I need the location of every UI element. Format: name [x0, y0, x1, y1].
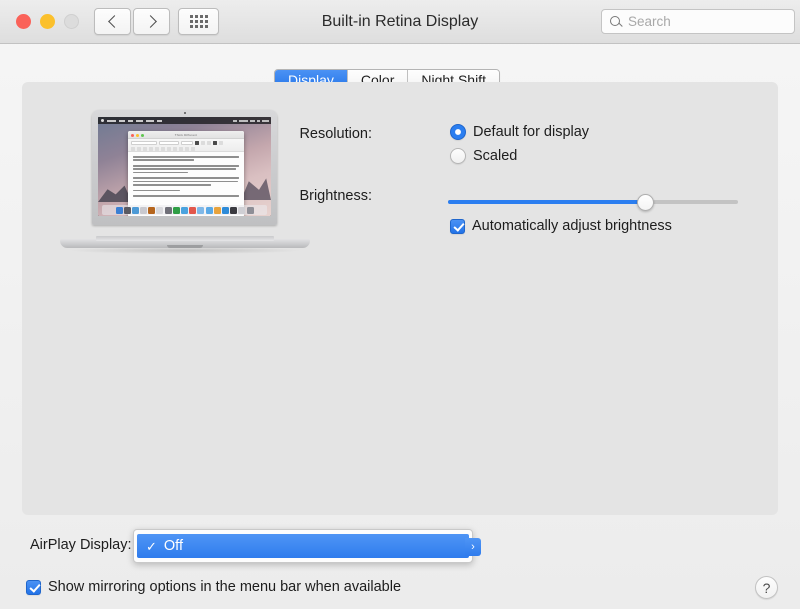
help-button[interactable]: ? [755, 576, 778, 599]
dock-icon [164, 207, 172, 214]
radio-scaled[interactable]: Scaled [450, 148, 517, 164]
dock-icon [123, 207, 131, 214]
checkbox-checked-icon [450, 218, 465, 234]
dock-icon [115, 207, 123, 214]
search-field[interactable] [601, 9, 795, 34]
brightness-slider[interactable] [448, 194, 738, 211]
dock-icon [205, 207, 213, 214]
radio-default-label: Default for display [473, 124, 590, 140]
checkbox-checked-icon [26, 579, 41, 595]
preview-document-window: Think Different [128, 131, 244, 216]
preview-format-bar [128, 139, 244, 152]
dock-icon [140, 207, 148, 214]
dock-icon [230, 207, 238, 214]
dock-icon [172, 207, 180, 214]
radio-scaled-label: Scaled [473, 148, 518, 164]
dock-icon [238, 207, 246, 214]
search-input[interactable] [628, 14, 788, 29]
chevron-right-icon[interactable]: › [465, 538, 481, 556]
dock-icon [148, 207, 156, 214]
apple-logo-icon [101, 119, 104, 122]
dock-icon [181, 207, 188, 214]
system-preferences-window: Built-in Retina Display Display Color Ni… [0, 0, 800, 609]
dock-icon [221, 207, 229, 214]
resolution-label: Resolution: [299, 126, 372, 142]
device-screen: Think Different [98, 117, 271, 216]
airplay-menu-item-off[interactable]: ✓ Off [137, 534, 469, 558]
radio-default-for-display[interactable]: Default for display [450, 124, 589, 140]
device-keyboard [96, 236, 274, 241]
preview-document-title: Think Different [174, 133, 198, 137]
dock-icon [213, 207, 221, 214]
brightness-label: Brightness: [299, 188, 372, 204]
preview-menu-bar [98, 117, 271, 124]
radio-unselected-icon [450, 148, 466, 164]
preview-document-body [128, 152, 244, 205]
dock-icon [189, 207, 197, 214]
show-mirroring-options-checkbox[interactable]: Show mirroring options in the menu bar w… [26, 579, 401, 595]
device-shadow [68, 247, 302, 254]
dock-icon [156, 207, 164, 214]
window-toolbar: Built-in Retina Display [0, 0, 800, 44]
display-settings-panel: Think Different Resolution: Default for … [22, 82, 778, 515]
airplay-menu-item-label: Off [163, 538, 183, 554]
search-icon [610, 15, 622, 28]
auto-adjust-brightness-checkbox[interactable]: Automatically adjust brightness [450, 218, 672, 234]
preview-dock [102, 205, 267, 215]
radio-selected-icon [450, 124, 466, 140]
auto-adjust-brightness-label: Automatically adjust brightness [472, 218, 672, 234]
device-lid: Think Different [92, 110, 277, 225]
dock-icon [197, 207, 205, 214]
preview-document-titlebar: Think Different [128, 131, 244, 139]
airplay-display-popup-menu[interactable]: ✓ Off › [133, 529, 481, 563]
airplay-display-label: AirPlay Display: [30, 537, 132, 553]
camera-icon [183, 112, 186, 114]
show-mirroring-options-label: Show mirroring options in the menu bar w… [48, 579, 402, 595]
slider-fill [448, 200, 646, 204]
slider-knob[interactable] [636, 194, 654, 211]
dock-icon [246, 207, 254, 214]
checkmark-icon: ✓ [146, 538, 157, 554]
dock-icon [131, 207, 139, 214]
